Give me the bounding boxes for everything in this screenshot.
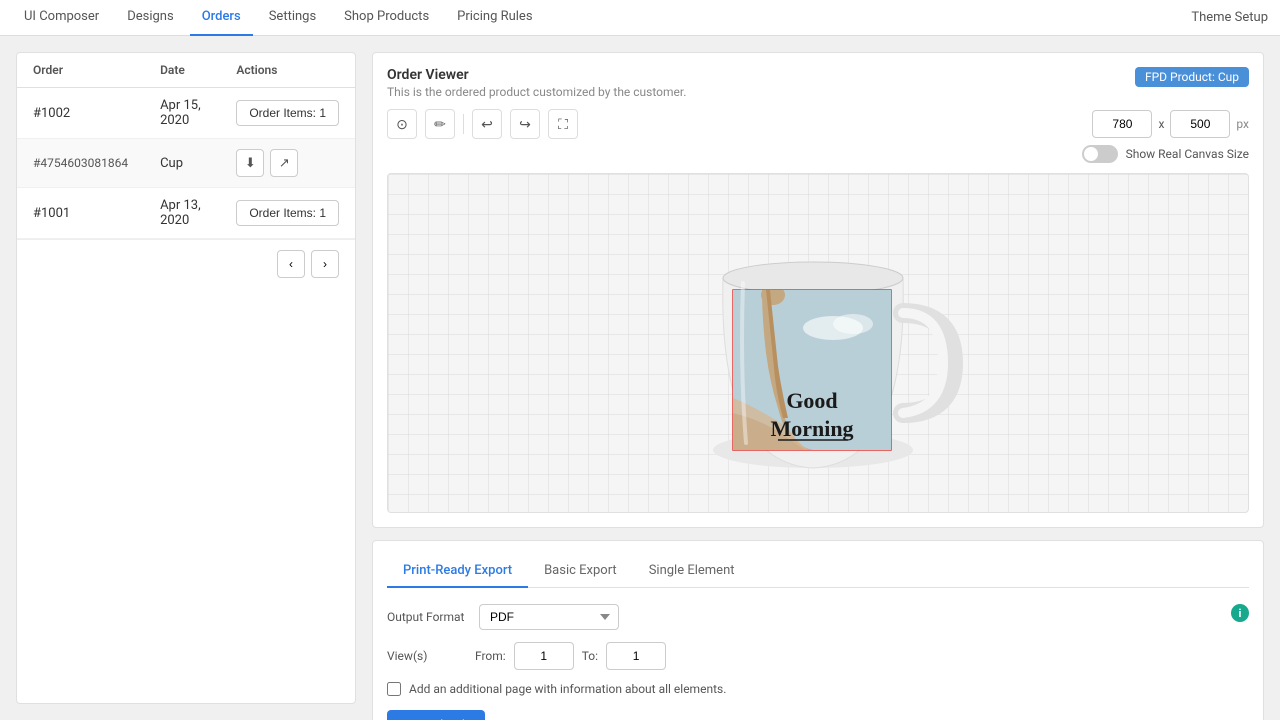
canvas-height-input[interactable] (1170, 110, 1230, 138)
orders-panel: Order Date Actions #1002 Apr 15, 2020 Or… (16, 52, 356, 704)
main-layout: Order Date Actions #1002 Apr 15, 2020 Or… (0, 36, 1280, 720)
nav-item-settings[interactable]: Settings (257, 0, 328, 36)
fullscreen-button[interactable]: ⛶ (548, 109, 578, 139)
to-value-input[interactable] (606, 642, 666, 670)
order-id-1002: #1002 (17, 88, 144, 139)
canvas-width-input[interactable] (1092, 110, 1152, 138)
nav-item-pricing-rules[interactable]: Pricing Rules (445, 0, 544, 36)
fullscreen-icon: ⛶ (558, 116, 568, 133)
views-label: View(s) (387, 649, 467, 663)
nav-item-ui-composer[interactable]: UI Composer (12, 0, 111, 36)
prev-page-button[interactable]: ‹ (277, 250, 305, 278)
pencil-icon: ✏ (434, 116, 446, 133)
select-icon: ⊙ (396, 116, 408, 133)
tab-print-ready[interactable]: Print-Ready Export (387, 555, 528, 588)
to-label: To: (582, 649, 598, 663)
order-viewer: Order Viewer This is the ordered product… (372, 52, 1264, 528)
sub-row-actions-cell: ⬇ ↗ (220, 139, 355, 188)
nav-item-shop-products[interactable]: Shop Products (332, 0, 441, 36)
real-canvas-label: Show Real Canvas Size (1126, 147, 1249, 161)
next-page-button[interactable]: › (311, 250, 339, 278)
tab-single-element[interactable]: Single Element (633, 555, 751, 588)
theme-setup-link[interactable]: Theme Setup (1191, 10, 1268, 25)
real-canvas-toggle[interactable] (1082, 145, 1118, 163)
orders-table: Order Date Actions #1002 Apr 15, 2020 Or… (17, 53, 355, 239)
redo-button[interactable]: ↪ (510, 109, 540, 139)
col-date: Date (144, 53, 220, 88)
mug-container: Good Morning (658, 198, 978, 488)
export-panel: Print-Ready Export Basic Export Single E… (372, 540, 1264, 720)
viewer-toolbar: ⊙ ✏ ↩ ↪ ⛶ x px (387, 109, 1249, 139)
order-action-1001: Order Items: 1 (220, 188, 355, 239)
export-form: Output Format PDF PNG JPEG SVG View(s) F… (387, 604, 1223, 720)
download-button[interactable]: Download (387, 710, 485, 720)
col-order: Order (17, 53, 144, 88)
fpd-product-badge: FPD Product: Cup (1135, 67, 1249, 87)
additional-page-label: Add an additional page with information … (409, 682, 726, 696)
export-content-row: Output Format PDF PNG JPEG SVG View(s) F… (387, 604, 1249, 720)
table-row: #1002 Apr 15, 2020 Order Items: 1 (17, 88, 355, 139)
svg-text:Morning: Morning (770, 416, 853, 441)
output-format-label: Output Format (387, 610, 467, 624)
sub-row-share-button[interactable]: ↗ (270, 149, 298, 177)
viewer-title-group: Order Viewer This is the ordered product… (387, 67, 686, 99)
right-panel: Order Viewer This is the ordered product… (372, 52, 1264, 704)
order-items-button-1001[interactable]: Order Items: 1 (236, 200, 339, 226)
undo-button[interactable]: ↩ (472, 109, 502, 139)
nav-item-orders[interactable]: Orders (190, 0, 253, 36)
download-icon: ⬇ (245, 155, 256, 171)
canvas-size-inputs: x px (1092, 110, 1249, 138)
additional-page-checkbox[interactable] (387, 682, 401, 696)
edit-tool-button[interactable]: ✏ (425, 109, 455, 139)
tab-basic-export[interactable]: Basic Export (528, 555, 633, 588)
canvas-size-toggle-row: Show Real Canvas Size (387, 145, 1249, 163)
svg-text:Good: Good (786, 388, 837, 413)
mug-illustration: Good Morning (658, 198, 978, 488)
order-date-1002: Apr 15, 2020 (144, 88, 220, 139)
from-label: From: (475, 649, 506, 663)
from-value-input[interactable] (514, 642, 574, 670)
info-icon[interactable]: i (1231, 604, 1249, 622)
size-unit: px (1236, 117, 1249, 131)
checkbox-row: Add an additional page with information … (387, 682, 1223, 696)
order-id-1001: #1001 (17, 188, 144, 239)
redo-icon: ↪ (519, 116, 531, 133)
select-tool-button[interactable]: ⊙ (387, 109, 417, 139)
viewer-header: Order Viewer This is the ordered product… (387, 67, 1249, 99)
sub-row-product: Cup (144, 139, 220, 188)
col-actions: Actions (220, 53, 355, 88)
size-separator: x (1158, 117, 1164, 131)
table-row: #1001 Apr 13, 2020 Order Items: 1 (17, 188, 355, 239)
output-format-select[interactable]: PDF PNG JPEG SVG (479, 604, 619, 630)
toolbar-divider (463, 114, 464, 134)
output-format-row: Output Format PDF PNG JPEG SVG (387, 604, 1223, 630)
order-action-1002: Order Items: 1 (220, 88, 355, 139)
sub-row-download-button[interactable]: ⬇ (236, 149, 264, 177)
canvas-area: Good Morning (387, 173, 1249, 513)
order-items-button-1002[interactable]: Order Items: 1 (236, 100, 339, 126)
table-row-sub: #4754603081864 Cup ⬇ ↗ (17, 139, 355, 188)
undo-icon: ↩ (481, 116, 493, 133)
viewer-subtitle: This is the ordered product customized b… (387, 85, 686, 99)
pagination: ‹ › (17, 239, 355, 288)
sub-row-id: #4754603081864 (17, 139, 144, 188)
viewer-title: Order Viewer (387, 67, 686, 83)
share-icon: ↗ (279, 155, 290, 171)
views-row: View(s) From: To: (387, 642, 1223, 670)
nav-item-designs[interactable]: Designs (115, 0, 185, 36)
toggle-knob (1084, 147, 1098, 161)
order-date-1001: Apr 13, 2020 (144, 188, 220, 239)
top-nav: UI Composer Designs Orders Settings Shop… (0, 0, 1280, 36)
export-tabs: Print-Ready Export Basic Export Single E… (387, 555, 1249, 588)
